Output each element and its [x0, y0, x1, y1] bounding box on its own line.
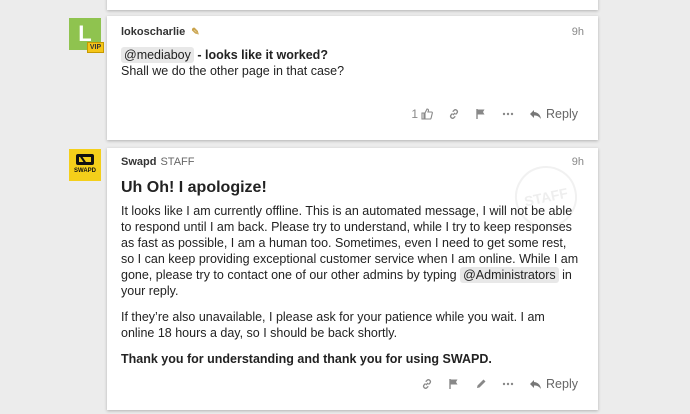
user-title: STAFF: [160, 156, 195, 168]
avatar[interactable]: SWAPD: [69, 149, 101, 181]
reply-button[interactable]: Reply: [529, 377, 578, 391]
post-paragraph: Thank you for understanding and thank yo…: [121, 352, 492, 366]
link-icon: [423, 379, 432, 389]
post-paragraph: It looks like I am currently offline. Th…: [121, 203, 579, 299]
post-time[interactable]: 9h: [572, 156, 584, 168]
link-icon: [450, 109, 459, 119]
username[interactable]: lokoscharlie: [121, 26, 185, 38]
avatar-brand: SWAPD: [73, 168, 96, 174]
like-icon: [421, 108, 433, 120]
vip-badge: VIP: [87, 42, 104, 53]
more-icon: [502, 382, 514, 386]
edit-icon: [477, 379, 486, 388]
mention[interactable]: @Administrators: [460, 267, 559, 283]
flag-button[interactable]: [475, 108, 487, 120]
post-author[interactable]: lokoscharlie ✎: [121, 26, 200, 38]
edit-button[interactable]: [475, 378, 487, 390]
more-button[interactable]: [502, 108, 514, 120]
post-text: Shall we do the other page in that case?: [121, 64, 345, 78]
swapd-logo-icon: [76, 154, 94, 165]
share-link-button[interactable]: [448, 108, 460, 120]
flag-button[interactable]: [448, 378, 460, 390]
reply-icon: [530, 380, 542, 389]
flag-icon: [476, 109, 485, 119]
post-body: It looks like I am currently offline. Th…: [121, 203, 579, 377]
post-paragraph: If they’re also unavailable, I please as…: [121, 310, 545, 340]
reply-button[interactable]: Reply: [529, 107, 578, 121]
post-actions: Reply: [421, 377, 578, 391]
reply-label: Reply: [546, 377, 578, 391]
pencil-icon: ✎: [191, 27, 200, 38]
post-heading: Uh Oh! I apologize!: [121, 179, 267, 196]
post-card: STAFF Swapd STAFF 9h Uh Oh! I apologize! …: [107, 148, 598, 410]
post-time[interactable]: 9h: [572, 26, 584, 38]
post-card: lokoscharlie ✎ 9h @mediaboy - looks like …: [107, 16, 598, 140]
post-author[interactable]: Swapd STAFF: [121, 156, 194, 168]
post-body: @mediaboy - looks like it worked? Shall …: [121, 47, 561, 79]
flag-icon: [449, 379, 458, 389]
reply-icon: [530, 110, 542, 119]
username[interactable]: Swapd: [121, 156, 156, 168]
post-text: - looks like it worked?: [193, 48, 328, 62]
like-count: 1: [411, 107, 419, 121]
post-actions: 1 Reply: [411, 107, 578, 121]
mention[interactable]: @mediaboy: [121, 47, 194, 63]
reply-label: Reply: [546, 107, 578, 121]
more-icon: [502, 112, 514, 116]
more-button[interactable]: [502, 378, 514, 390]
like-button[interactable]: 1: [411, 107, 433, 121]
share-link-button[interactable]: [421, 378, 433, 390]
previous-post-card: [107, 0, 598, 10]
